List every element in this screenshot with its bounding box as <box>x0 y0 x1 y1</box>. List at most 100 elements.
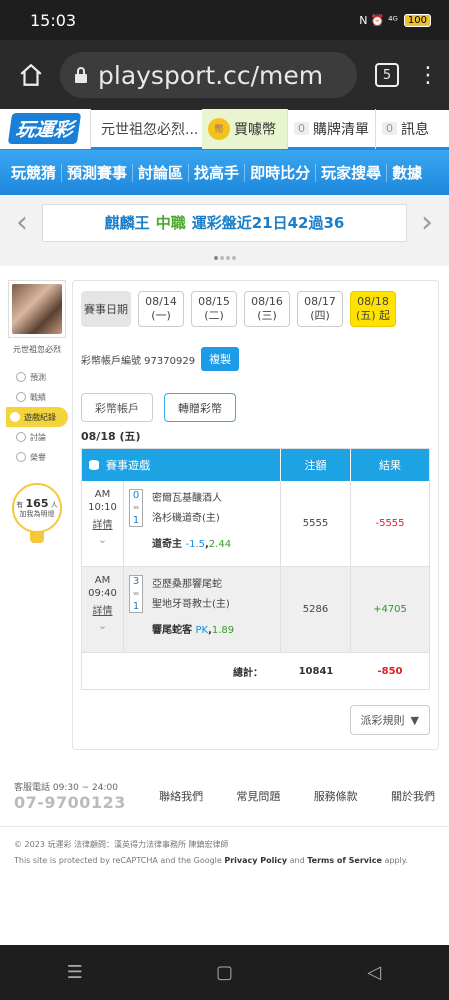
user-name-link[interactable]: 元世祖忽必烈... <box>90 108 202 149</box>
header-result: 結果 <box>379 459 401 472</box>
game-info: 3 vs 1 亞歷桑那響尾蛇 聖地牙哥教士(主) 響尾蛇客 PK,1.89 <box>124 567 281 652</box>
sidebar-item-record[interactable]: 戰績 <box>6 387 68 407</box>
privacy-link[interactable]: Privacy Policy <box>224 856 287 865</box>
promo-league: 中職 <box>155 214 186 232</box>
avatar[interactable] <box>8 280 66 338</box>
footer-terms-link[interactable]: 服務條款 <box>314 788 358 804</box>
copyright: © 2023 玩運彩 法律顧問：漢英得力法律事務所 陳鎮宏律師 This sit… <box>0 826 449 869</box>
date-selector: 賽事日期 08/14 (一) 08/15 (二) 08/16 (三) 08/17 (四)… <box>81 291 430 327</box>
chevron-down-icon[interactable]: ⌄ <box>98 533 107 547</box>
game-history-table: 賽事遊戲 注額 結果 AM 10:10 詳情 ⌄ 0 vs 1 密爾瓦基釀酒人 … <box>81 448 430 690</box>
header-game: 賽事遊戲 <box>82 449 281 481</box>
hotline: 客服電話 09:30 ~ 24:00 07-9700123 <box>14 783 126 812</box>
url-text: playsport.cc/mem <box>98 60 324 90</box>
nav-player-search[interactable]: 玩家搜尋 <box>316 163 388 182</box>
record-icon <box>16 392 26 402</box>
home-team: 聖地牙哥教士(主) <box>152 599 230 610</box>
account-tabs: 彩幣帳戶 轉贈彩幣 <box>81 393 430 422</box>
cart-label: 購牌清單 <box>313 121 369 138</box>
tabs-count-button[interactable]: 5 <box>375 63 399 87</box>
url-field[interactable]: playsport.cc/mem <box>60 52 357 98</box>
status-icons: N ⏰ ⁴ᴳ 100 <box>359 13 431 27</box>
buy-coin-button[interactable]: 幣 買噱幣 <box>202 108 287 149</box>
total-result: -850 <box>377 665 403 677</box>
member-sidebar: 元世祖忽必烈 預測 戰績 遊戲紀錄 討論 榮譽 有 165 人 加我為明燈 <box>6 280 68 750</box>
away-team: 亞歷桑那響尾蛇 <box>152 579 222 590</box>
nav-experts[interactable]: 找高手 <box>189 163 246 182</box>
date-button[interactable]: 08/14 (一) <box>138 291 184 327</box>
nav-livescore[interactable]: 即時比分 <box>245 163 317 182</box>
bulb-icon: 有 165 人 加我為明燈 <box>12 483 62 533</box>
game-info: 0 vs 1 密爾瓦基釀酒人 洛杉磯道奇(主) 道奇主 -1.5,2.44 <box>124 481 281 566</box>
cart-count: 0 <box>294 122 309 135</box>
promo-expert: 麒麟王 <box>104 214 150 232</box>
buy-coin-label: 買噱幣 <box>234 121 276 138</box>
cart-button[interactable]: 0 購牌清單 <box>287 108 375 149</box>
messages-count: 0 <box>382 122 397 135</box>
terms-link[interactable]: Terms of Service <box>307 856 382 865</box>
table-row: AM 10:10 詳情 ⌄ 0 vs 1 密爾瓦基釀酒人 洛杉磯道奇(主) 道奇… <box>82 481 429 567</box>
detail-link[interactable]: 詳情 <box>93 520 113 533</box>
footer-about-link[interactable]: 關於我們 <box>391 788 435 804</box>
away-team: 密爾瓦基釀酒人 <box>152 493 222 504</box>
footer-contact-link[interactable]: 聯絡我們 <box>159 788 203 804</box>
carousel-dots <box>0 250 449 266</box>
detail-link[interactable]: 詳情 <box>93 606 113 619</box>
header-amount: 注額 <box>281 449 351 481</box>
date-button[interactable]: 08/15 (二) <box>191 291 237 327</box>
footer-faq-link[interactable]: 常見問題 <box>236 788 280 804</box>
game-time: AM 10:10 詳情 ⌄ <box>82 481 124 566</box>
promo-carousel: ‹ 麒麟王 中職 運彩盤近21日42過36 › <box>0 195 449 250</box>
sidebar-item-game-history[interactable]: 遊戲紀錄 <box>6 407 68 427</box>
honor-icon <box>16 452 26 462</box>
overflow-menu-icon[interactable]: ⋮ <box>417 63 439 88</box>
lock-icon <box>74 61 88 90</box>
home-icon[interactable] <box>12 56 50 94</box>
site-logo[interactable]: 玩運彩 <box>0 108 90 149</box>
date-button[interactable]: 08/16 (三) <box>244 291 290 327</box>
system-nav-bar: ☰ ▢ ◁ <box>0 945 449 1000</box>
date-button-selected[interactable]: 08/18 (五) 起 <box>350 291 396 327</box>
nav-stats[interactable]: 數據 <box>387 164 427 182</box>
light-bulb-widget[interactable]: 有 165 人 加我為明燈 <box>12 483 62 543</box>
selected-date-heading: 08/18 (五) <box>81 430 141 443</box>
nav-guess[interactable]: 玩競猜 <box>6 163 63 182</box>
total-label: 總計： <box>233 667 263 679</box>
total-row: 總計： 10841 -850 <box>82 653 429 689</box>
sidebar-item-honor[interactable]: 榮譽 <box>6 447 68 467</box>
nav-predict[interactable]: 預測賽事 <box>62 163 134 182</box>
main-nav: 玩競猜 預測賽事 討論區 找高手 即時比分 玩家搜尋 數據 <box>0 150 449 195</box>
messages-button[interactable]: 0 訊息 <box>375 108 435 149</box>
caret-down-icon: ▼ <box>410 713 419 727</box>
status-bar: 15:03 N ⏰ ⁴ᴳ 100 <box>0 0 449 40</box>
back-icon[interactable]: ◁ <box>344 962 404 983</box>
promo-banner[interactable]: 麒麟王 中職 運彩盤近21日42過36 <box>42 203 407 242</box>
likes-text: 加我為明燈 <box>19 510 55 519</box>
payout-rules-button[interactable]: 派彩規則 ▼ <box>349 705 430 735</box>
sidebar-item-predict[interactable]: 預測 <box>6 367 68 387</box>
recent-apps-icon[interactable]: ☰ <box>45 962 105 983</box>
battery-icon: 100 <box>403 13 431 27</box>
nav-forum[interactable]: 討論區 <box>133 163 190 182</box>
member-name: 元世祖忽必烈 <box>13 345 61 354</box>
site-footer: 客服電話 09:30 ~ 24:00 07-9700123 聯絡我們 常見問題 … <box>0 780 449 812</box>
tab-coin-account[interactable]: 彩幣帳戶 <box>81 393 153 422</box>
bet-amount: 5555 <box>281 481 351 566</box>
tab-transfer-coin[interactable]: 轉贈彩幣 <box>164 393 236 422</box>
site-topbar: 玩運彩 元世祖忽必烈... 幣 買噱幣 0 購牌清單 0 訊息 <box>0 108 449 150</box>
chevron-down-icon[interactable]: ⌄ <box>98 619 107 633</box>
chevron-left-icon[interactable]: ‹ <box>10 205 34 240</box>
copy-button[interactable]: 複製 <box>201 347 240 371</box>
predict-icon <box>16 372 26 382</box>
discussion-icon <box>16 432 26 442</box>
table-header: 賽事遊戲 注額 結果 <box>82 449 429 481</box>
total-amount: 10841 <box>298 665 334 677</box>
table-row: AM 09:40 詳情 ⌄ 3 vs 1 亞歷桑那響尾蛇 聖地牙哥教士(主) 響… <box>82 567 429 653</box>
database-icon <box>89 460 99 470</box>
chevron-right-icon[interactable]: › <box>415 205 439 240</box>
hotline-number: 07-9700123 <box>14 793 126 812</box>
sidebar-item-discussion[interactable]: 討論 <box>6 427 68 447</box>
date-button[interactable]: 08/17 (四) <box>297 291 343 327</box>
member-content: 元世祖忽必烈 預測 戰績 遊戲紀錄 討論 榮譽 有 165 人 加我為明燈 賽事… <box>0 266 449 750</box>
home-nav-icon[interactable]: ▢ <box>194 962 254 983</box>
